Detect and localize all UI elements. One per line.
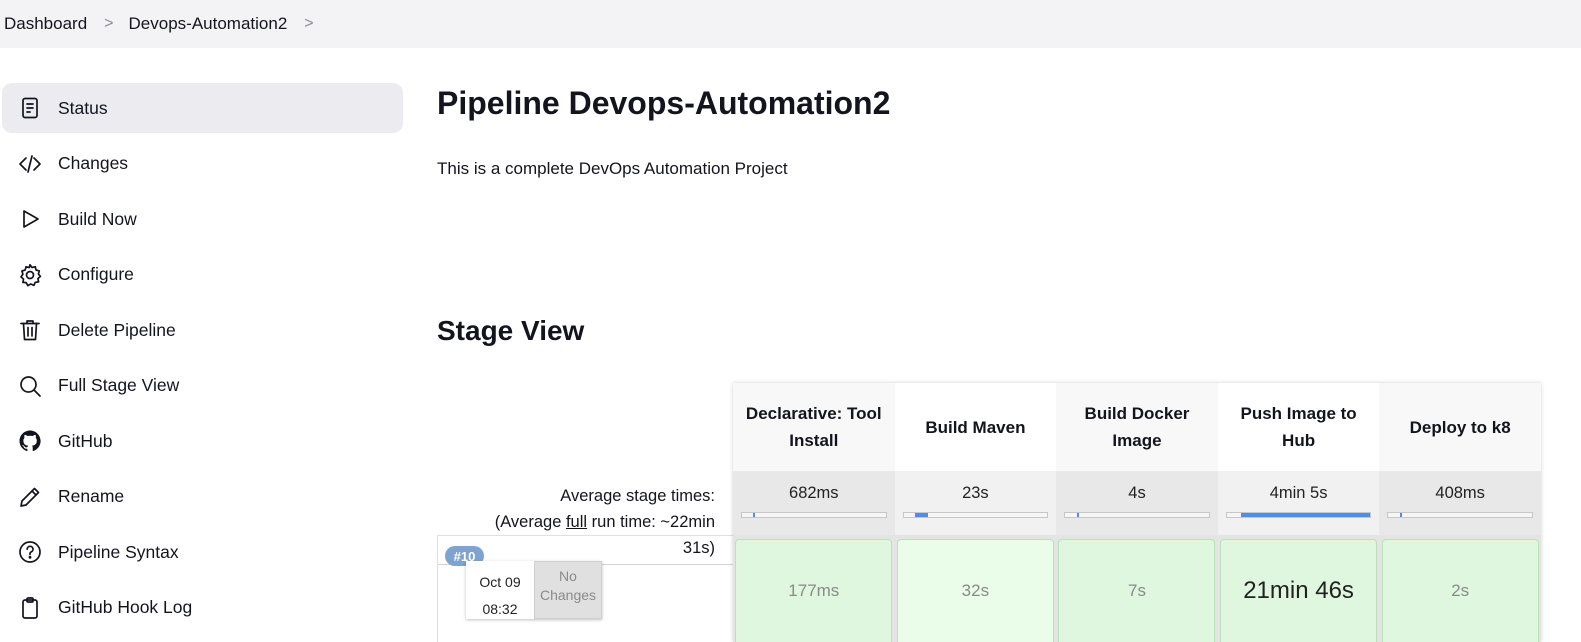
average-time-value: 4min 5s <box>1269 484 1328 502</box>
stage-run-cell[interactable]: 32s <box>896 539 1054 642</box>
full-run-time-link[interactable]: full <box>566 513 587 531</box>
sidebar-item-pipeline-syntax[interactable]: Pipeline Syntax <box>2 527 403 577</box>
chevron-right-icon[interactable]: > <box>304 15 313 33</box>
average-time-cell: 682ms <box>733 471 895 535</box>
build-date: Oct 09 08:32 <box>466 561 534 619</box>
average-time-bar-fill <box>1241 513 1371 517</box>
average-time-bar <box>902 512 1049 518</box>
chevron-right-icon[interactable]: > <box>104 15 113 33</box>
stage-header: Build Docker Image <box>1056 383 1218 471</box>
sidebar-item-full-stage-view[interactable]: Full Stage View <box>2 361 403 411</box>
search-icon <box>17 373 43 399</box>
average-stage-times-text: Average stage times: <box>560 487 715 505</box>
build-date-day: Oct 09 <box>479 574 521 590</box>
status-icon <box>17 95 43 121</box>
average-time-cell: 23s <box>894 471 1057 535</box>
average-times-row: 682ms 23s 4s 4min 5s 408ms <box>733 471 1541 535</box>
sidebar-item-label: Rename <box>58 486 125 506</box>
sidebar-item-label: GitHub <box>58 430 113 451</box>
average-time-bar-fill <box>915 513 928 517</box>
sidebar-item-label: Delete Pipeline <box>58 319 176 340</box>
github-icon <box>17 428 43 454</box>
build-run-row: 177ms 32s 7s 21min 46s 2s <box>733 535 1541 642</box>
build-card[interactable]: Oct 09 08:32 No Changes <box>466 561 602 619</box>
average-time-bar-fill <box>1399 513 1402 517</box>
sidebar-item-label: Pipeline Syntax <box>58 541 179 562</box>
build-changes[interactable]: No Changes <box>534 561 602 619</box>
sidebar-item-rename[interactable]: Rename <box>2 472 403 522</box>
average-run-time-suffix: run time: ~22min <box>587 513 715 531</box>
page-title: Pipeline Devops-Automation2 <box>437 85 891 121</box>
average-time-value: 682ms <box>789 484 839 502</box>
average-time-cell: 4s <box>1056 471 1218 535</box>
clipboard-icon <box>17 595 43 621</box>
average-time-bar-fill <box>753 513 756 517</box>
gear-icon <box>17 262 43 288</box>
sidebar-item-status[interactable]: Status <box>2 83 403 133</box>
sidebar-item-build-now[interactable]: Build Now <box>2 194 403 244</box>
sidebar-item-label: Full Stage View <box>58 375 180 395</box>
sidebar-item-label: Changes <box>58 153 129 173</box>
sidebar-item-label: Configure <box>58 264 134 284</box>
sidebar-item-github[interactable]: GitHub <box>2 416 403 466</box>
stage-view-title: Stage View <box>437 315 585 346</box>
average-time-value: 23s <box>962 484 989 502</box>
job-description: This is a complete DevOps Automation Pro… <box>437 159 788 178</box>
stage-view-table: Declarative: Tool Install Build Maven Bu… <box>733 383 1541 642</box>
average-time-bar <box>1064 512 1210 518</box>
average-time-bar <box>1225 512 1372 518</box>
stage-run-cell[interactable]: 21min 46s <box>1220 539 1378 642</box>
stage-run-cell[interactable]: 177ms <box>735 539 893 642</box>
sidebar-item-github-hook-log[interactable]: GitHub Hook Log <box>2 583 403 633</box>
average-time-cell: 408ms <box>1379 471 1541 535</box>
stage-header: Deploy to k8 <box>1379 383 1541 471</box>
stage-header: Declarative: Tool Install <box>733 383 895 471</box>
breadcrumb-dashboard[interactable]: Dashboard <box>4 14 87 34</box>
average-time-bar <box>741 512 887 518</box>
average-run-time-text: (Average full run time: ~22min <box>437 509 715 535</box>
pencil-icon <box>17 484 43 510</box>
stage-run-cell[interactable]: 7s <box>1058 539 1216 642</box>
stage-header: Build Maven <box>894 383 1057 471</box>
stage-run-cell[interactable]: 2s <box>1381 539 1539 642</box>
average-time-cell: 4min 5s <box>1217 471 1380 535</box>
stage-header: Push Image to Hub <box>1217 383 1380 471</box>
average-time-bar-fill <box>1076 513 1079 517</box>
trash-icon <box>17 317 43 343</box>
sidebar-item-label: Build Now <box>58 208 137 229</box>
build-date-time: 08:32 <box>482 601 518 617</box>
sidebar-item-delete-pipeline[interactable]: Delete Pipeline <box>2 305 403 355</box>
sidebar: Status Changes Build Now Configure Delet… <box>2 83 403 638</box>
average-time-bar <box>1387 512 1533 518</box>
breadcrumb: Dashboard > Devops-Automation2 > <box>0 0 1581 48</box>
code-icon <box>17 151 43 177</box>
average-time-value: 408ms <box>1435 484 1485 502</box>
breadcrumb-job[interactable]: Devops-Automation2 <box>129 14 288 34</box>
sidebar-item-configure[interactable]: Configure <box>2 250 403 300</box>
average-time-value: 4s <box>1128 484 1146 502</box>
sidebar-item-changes[interactable]: Changes <box>2 139 403 189</box>
average-run-time-prefix: (Average <box>494 513 566 531</box>
sidebar-item-label: Status <box>58 97 108 118</box>
stage-header-row: Declarative: Tool Install Build Maven Bu… <box>733 383 1541 471</box>
play-icon <box>17 206 43 232</box>
help-icon <box>17 539 43 565</box>
sidebar-item-label: GitHub Hook Log <box>58 597 193 617</box>
